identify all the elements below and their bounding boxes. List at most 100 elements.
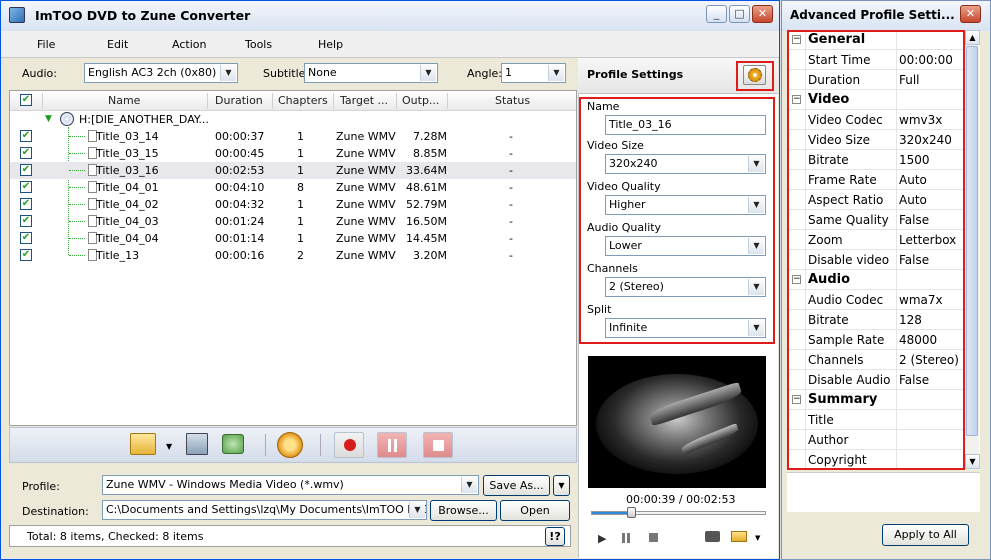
apply-to-all-button[interactable]: Apply to All — [882, 524, 969, 546]
add-file-icon[interactable] — [130, 433, 156, 455]
save-as-button[interactable]: Save As... — [483, 475, 550, 496]
table-row[interactable]: ✔ Title_13 00:00:16 2 Zune WMV 3.20M - — [10, 247, 576, 264]
video-quality-select[interactable]: Higher ▼ — [605, 195, 766, 215]
row-checkbox[interactable]: ✔ — [20, 181, 32, 193]
cell-name: Title_03_16 — [96, 164, 159, 177]
close-button[interactable]: ✕ — [752, 5, 773, 23]
table-row[interactable]: ✔ Title_04_03 00:01:24 1 Zune WMV 16.50M - — [10, 213, 576, 230]
channels-select[interactable]: 2 (Stereo) ▼ — [605, 277, 766, 297]
menu-tools[interactable]: Tools — [245, 38, 272, 51]
advanced-close-button[interactable]: ✕ — [960, 5, 981, 23]
seek-thumb[interactable] — [627, 507, 636, 518]
disc-icon — [60, 112, 74, 126]
split-label: Split — [587, 303, 612, 316]
disc-root-item[interactable]: ▼ H:[DIE_ANOTHER_DAY... — [10, 111, 576, 128]
menu-help[interactable]: Help — [318, 38, 343, 51]
audio-quality-select[interactable]: Lower ▼ — [605, 236, 766, 256]
browse-button[interactable]: Browse... — [430, 500, 497, 521]
cell-output: 16.50M — [406, 215, 447, 228]
angle-select[interactable]: 1 ▼ — [501, 63, 566, 83]
info-icon[interactable] — [222, 434, 244, 454]
col-duration[interactable]: Duration — [215, 94, 263, 107]
row-checkbox[interactable]: ✔ — [20, 232, 32, 244]
col-output[interactable]: Outp... — [402, 94, 439, 107]
remove-icon[interactable] — [186, 433, 208, 455]
split-select[interactable]: Infinite ▼ — [605, 318, 766, 338]
row-checkbox[interactable]: ✔ — [20, 164, 32, 176]
col-target[interactable]: Target ... — [340, 94, 388, 107]
col-status[interactable]: Status — [495, 94, 530, 107]
select-all-checkbox[interactable]: ✔ — [20, 94, 32, 106]
name-label: Name — [587, 100, 620, 113]
cell-chapters: 2 — [297, 249, 304, 262]
menu-action[interactable]: Action — [172, 38, 206, 51]
destination-select[interactable]: C:\Documents and Settings\lzq\My Documen… — [102, 500, 427, 520]
cell-output: 8.85M — [413, 147, 447, 160]
dropdown-arrow-icon[interactable]: ▼ — [755, 534, 760, 542]
subtitle-select[interactable]: None ▼ — [304, 63, 438, 83]
open-button[interactable]: Open — [500, 500, 570, 521]
play-icon[interactable]: ▶ — [598, 532, 606, 545]
convert-record-button[interactable] — [334, 432, 364, 458]
table-row[interactable]: ✔ Title_03_14 00:00:37 1 Zune WMV 7.28M - — [10, 128, 576, 145]
cell-output: 3.20M — [413, 249, 447, 262]
row-checkbox[interactable]: ✔ — [20, 147, 32, 159]
open-folder-icon[interactable] — [731, 531, 747, 542]
table-row[interactable]: ✔ Title_03_16 00:02:53 1 Zune WMV 33.64M - — [10, 162, 576, 179]
tree-branch — [69, 204, 85, 205]
dropdown-arrow-icon[interactable]: ▼ — [166, 442, 172, 451]
name-input[interactable]: Title_03_16 — [605, 115, 766, 135]
row-checkbox[interactable]: ✔ — [20, 215, 32, 227]
cell-chapters: 1 — [297, 232, 304, 245]
advanced-settings-button[interactable] — [743, 65, 766, 85]
col-chapters[interactable]: Chapters — [278, 94, 328, 107]
scroll-up-arrow[interactable]: ▲ — [965, 30, 980, 45]
subtitle-select-value: None — [308, 66, 337, 79]
chevron-down-icon: ▼ — [748, 279, 764, 295]
cell-status: - — [509, 215, 513, 228]
time-readout: 00:00:39 / 00:02:53 — [626, 493, 736, 506]
minimize-button[interactable]: _ — [706, 5, 727, 23]
audio-label: Audio: — [22, 67, 57, 80]
help-button[interactable]: !? — [545, 527, 565, 546]
pause-icon[interactable] — [622, 533, 625, 543]
cell-target: Zune WMV — [336, 147, 396, 160]
seek-fill — [592, 512, 631, 514]
pause-button[interactable] — [377, 432, 407, 458]
cell-target: Zune WMV — [336, 232, 396, 245]
profile-select[interactable]: Zune WMV - Windows Media Video (*.wmv) ▼ — [102, 475, 479, 495]
profile-label: Profile: — [22, 480, 60, 493]
menu-edit[interactable]: Edit — [107, 38, 128, 51]
main-window: ImTOO DVD to Zune Converter _ □ ✕ File E… — [0, 0, 780, 560]
col-name[interactable]: Name — [108, 94, 140, 107]
stop-button[interactable] — [423, 432, 453, 458]
menu-file[interactable]: File — [37, 38, 55, 51]
video-size-select[interactable]: 320x240 ▼ — [605, 154, 766, 174]
table-row[interactable]: ✔ Title_04_04 00:01:14 1 Zune WMV 14.45M - — [10, 230, 576, 247]
video-quality-value: Higher — [609, 198, 646, 211]
cell-duration: 00:01:24 — [215, 215, 265, 228]
title-list[interactable]: ✔ Name Duration Chapters Target ... Outp… — [9, 90, 577, 426]
advanced-title-bar[interactable]: Advanced Profile Setti... ✕ — [782, 1, 990, 31]
row-checkbox[interactable]: ✔ — [20, 130, 32, 142]
separator — [320, 434, 321, 456]
row-checkbox[interactable]: ✔ — [20, 249, 32, 261]
scroll-down-arrow[interactable]: ▼ — [965, 454, 980, 469]
maximize-button[interactable]: □ — [729, 5, 750, 23]
audio-select[interactable]: English AC3 2ch (0x80) ▼ — [84, 63, 238, 83]
table-row[interactable]: ✔ Title_04_02 00:04:32 1 Zune WMV 52.79M - — [10, 196, 576, 213]
destination-label: Destination: — [22, 505, 89, 518]
scroll-thumb[interactable] — [966, 46, 978, 436]
status-text: Total: 8 items, Checked: 8 items — [27, 530, 204, 543]
main-title-bar[interactable]: ImTOO DVD to Zune Converter _ □ ✕ — [1, 1, 779, 31]
table-row[interactable]: ✔ Title_03_15 00:00:45 1 Zune WMV 8.85M - — [10, 145, 576, 162]
snapshot-camera-icon[interactable] — [705, 531, 720, 542]
tree-branch — [69, 170, 85, 171]
row-checkbox[interactable]: ✔ — [20, 198, 32, 210]
tree-branch — [69, 238, 85, 239]
save-as-dropdown-button[interactable]: ▼ — [553, 475, 570, 496]
grid-scrollbar[interactable]: ▲ ▼ — [964, 30, 980, 470]
table-row[interactable]: ✔ Title_04_01 00:04:10 8 Zune WMV 48.61M - — [10, 179, 576, 196]
add-profile-icon[interactable] — [277, 432, 303, 458]
stop-icon[interactable] — [649, 533, 658, 542]
